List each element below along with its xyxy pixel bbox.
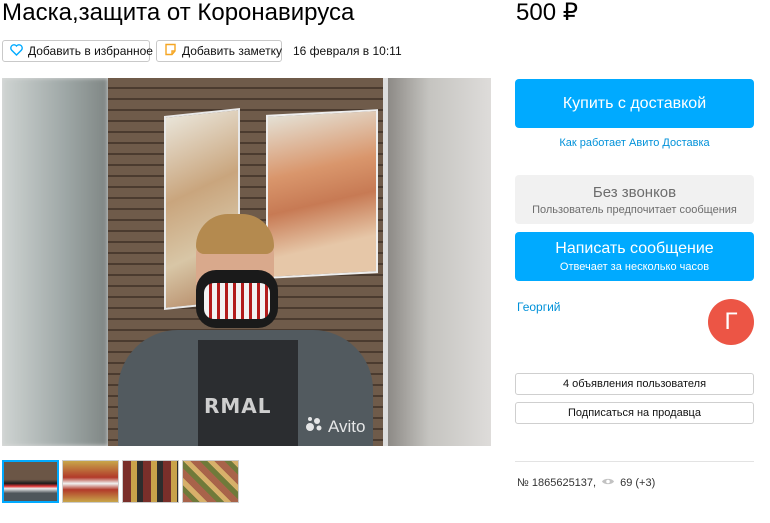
add-to-favorites-label: Добавить в избранное: [28, 44, 153, 58]
publish-date: 16 февраля в 10:11: [293, 44, 402, 58]
listing-number: № 1865625137,: [517, 477, 597, 489]
listing-meta: № 1865625137, 69 (+3): [517, 477, 655, 489]
gallery-prev-blur[interactable]: [2, 78, 108, 446]
thumbnail-4[interactable]: [182, 460, 239, 503]
shirt-print: RMAL: [204, 394, 272, 418]
how-delivery-works-link[interactable]: Как работает Авито Доставка: [515, 137, 754, 149]
page-title: Маска,защита от Коронавируса: [2, 0, 355, 26]
person-shirt: [198, 340, 298, 446]
photo-gallery[interactable]: RMAL Avito: [2, 78, 491, 446]
note-icon: [164, 43, 177, 59]
write-message-subtitle: Отвечает за несколько часов: [559, 261, 710, 273]
person-hair: [196, 214, 274, 254]
gallery-next-blur[interactable]: [388, 78, 491, 446]
main-photo[interactable]: RMAL Avito: [108, 78, 383, 446]
avito-watermark: Avito: [304, 414, 366, 439]
divider: [515, 461, 754, 462]
add-note-button[interactable]: Добавить заметку: [156, 40, 282, 62]
add-to-favorites-button[interactable]: Добавить в избранное: [2, 40, 153, 62]
thumbnail-1[interactable]: [2, 460, 59, 503]
no-calls-notice: Без звонков Пользователь предпочитает со…: [515, 175, 754, 224]
seller-avatar[interactable]: Г: [708, 299, 754, 345]
subscribe-seller-button[interactable]: Подписаться на продавца: [515, 402, 754, 424]
mask-teeth-print: [204, 283, 270, 319]
heart-icon: [10, 43, 23, 59]
no-calls-title: Без звонков: [592, 183, 677, 201]
views-count: 69 (+3): [620, 477, 656, 489]
wall-painting-right: [266, 109, 378, 279]
avito-logo-icon: [304, 414, 324, 439]
add-note-label: Добавить заметку: [182, 44, 282, 58]
buy-with-delivery-label: Купить с доставкой: [562, 94, 707, 112]
watermark-text: Avito: [328, 416, 366, 436]
seller-name-link[interactable]: Георгий: [517, 300, 561, 314]
thumbnail-2[interactable]: [62, 460, 119, 503]
write-message-button[interactable]: Написать сообщение Отвечает за несколько…: [515, 232, 754, 281]
thumbnail-strip: [2, 460, 239, 503]
eye-icon: [601, 477, 615, 489]
no-calls-subtitle: Пользователь предпочитает сообщения: [532, 203, 737, 216]
thumbnail-3[interactable]: [122, 460, 179, 503]
seller-ads-button[interactable]: 4 объявления пользователя: [515, 373, 754, 395]
write-message-title: Написать сообщение: [555, 240, 714, 257]
price: 500 ₽: [516, 0, 578, 26]
buy-with-delivery-button[interactable]: Купить с доставкой: [515, 79, 754, 128]
